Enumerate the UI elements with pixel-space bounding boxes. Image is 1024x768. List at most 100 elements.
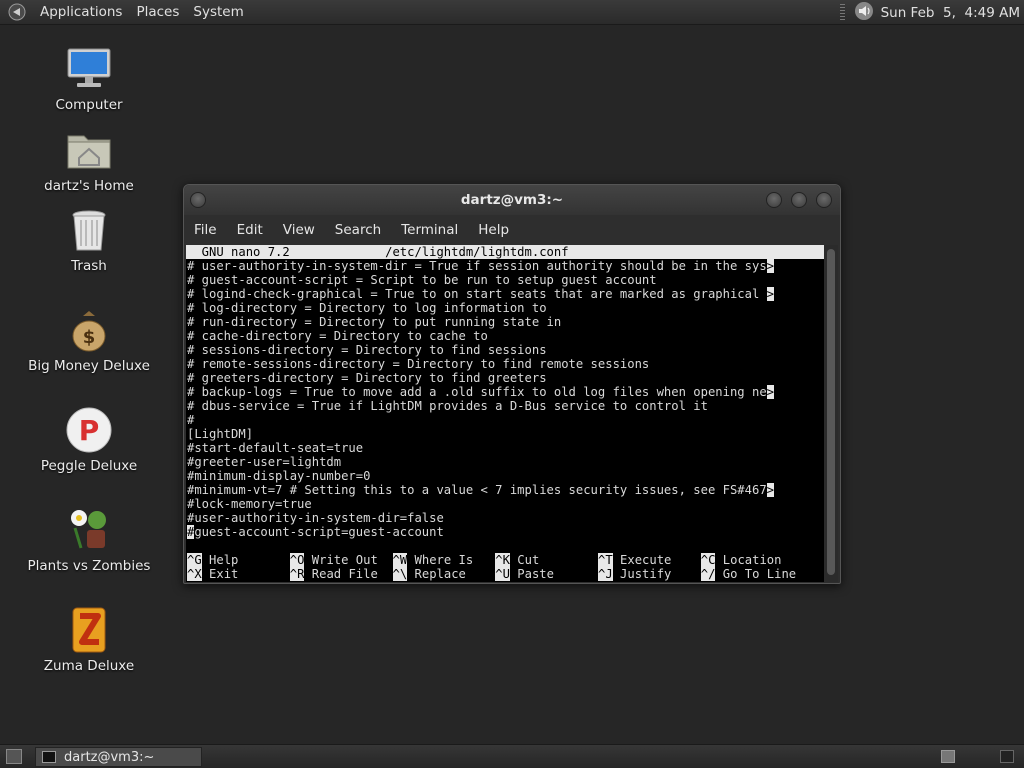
main-menu-logo-icon[interactable]: [7, 2, 27, 22]
line-overflow-marker: >: [766, 287, 775, 301]
shortcut-key: ^X: [187, 567, 202, 581]
shortcut-label: Exit: [201, 567, 283, 581]
shortcut-label: Location: [715, 553, 797, 567]
computer-icon: [65, 45, 113, 93]
file-line: # log-directory = Directory to log infor…: [187, 301, 547, 315]
menu-help[interactable]: Help: [468, 222, 519, 238]
shortcut-label: Write Out: [304, 553, 386, 567]
file-line: # greeters-directory = Directory to find…: [187, 371, 547, 385]
shortcut-key: ^G: [187, 553, 202, 567]
shortcut-key: ^/: [700, 567, 716, 581]
taskbar-terminal-button[interactable]: dartz@vm3:~: [35, 747, 202, 767]
peggle-icon: P: [65, 406, 113, 454]
volume-icon[interactable]: [853, 1, 875, 25]
taskbar-label: dartz@vm3:~: [64, 749, 155, 765]
panel-handle: [839, 3, 845, 22]
shortcut-row-1: ^G Help ^O Write Out ^W Where Is ^K Cut …: [186, 553, 826, 567]
file-line: # dbus-service = True if LightDM provide…: [187, 399, 708, 413]
applications-menu[interactable]: Applications: [33, 4, 129, 20]
terminal-menubar: File Edit View Search Terminal Help: [184, 215, 840, 245]
desktop-icon-label: dartz's Home: [44, 178, 134, 194]
line-overflow-marker: >: [766, 483, 775, 497]
file-line: #lock-memory=true: [187, 497, 312, 511]
file-line: # logind-check-graphical = True to on st…: [187, 287, 775, 301]
file-line: # user-authority-in-system-dir = True if…: [187, 259, 775, 273]
workspace-2[interactable]: [1000, 750, 1014, 763]
shortcut-row-2: ^X Exit ^R Read File ^\ Replace ^U Paste…: [186, 567, 826, 581]
window-menu-button[interactable]: [190, 192, 206, 208]
file-line: #: [187, 413, 195, 427]
file-line: #greeter-user=lightdm: [187, 455, 342, 469]
close-button[interactable]: [816, 192, 832, 208]
file-line: #minimum-vt=7 # Setting this to a value …: [187, 483, 775, 497]
scrollbar-thumb[interactable]: [827, 249, 835, 575]
shortcut-label: Help: [201, 553, 283, 567]
file-line: # backup-logs = True to move add a .old …: [187, 385, 775, 399]
desktop-icon-big-money[interactable]: $ Big Money Deluxe: [14, 306, 164, 374]
shortcut-label: Go To Line: [715, 567, 797, 581]
shortcut-key: ^T: [598, 553, 613, 567]
desktop-icon-label: Plants vs Zombies: [27, 558, 151, 574]
desktop-icon-label: Big Money Deluxe: [28, 358, 150, 374]
file-line: #user-authority-in-system-dir=false: [187, 511, 444, 525]
desktop-icon-zuma[interactable]: Zuma Deluxe: [14, 606, 164, 674]
desktop-icon-plants-vs-zombies[interactable]: Plants vs Zombies: [14, 506, 164, 574]
shortcut-label: Where Is: [407, 553, 488, 567]
shortcut-label: Read File: [304, 567, 386, 581]
menu-terminal[interactable]: Terminal: [391, 222, 468, 238]
desktop-icon-home[interactable]: dartz's Home: [14, 126, 164, 194]
text-cursor: #: [187, 525, 195, 539]
desktop-icon-peggle[interactable]: P Peggle Deluxe: [14, 406, 164, 474]
shortcut-key: ^\: [392, 567, 408, 581]
shortcut-key: ^W: [392, 553, 408, 567]
workspace-1[interactable]: [941, 750, 955, 763]
file-line: [LightDM]: [187, 427, 254, 441]
show-desktop-icon[interactable]: [6, 749, 22, 764]
terminal-window[interactable]: dartz@vm3:~ File Edit View Search Termin…: [183, 184, 841, 584]
window-titlebar[interactable]: dartz@vm3:~: [184, 185, 840, 215]
bottom-panel: dartz@vm3:~: [0, 744, 1024, 768]
money-bag-icon: $: [65, 306, 113, 354]
menu-search[interactable]: Search: [325, 222, 391, 238]
shortcut-key: ^C: [700, 553, 716, 567]
terminal-icon: [42, 751, 56, 763]
file-line: # remote-sessions-directory = Directory …: [187, 357, 650, 371]
file-line: #minimum-display-number=0: [187, 469, 371, 483]
shortcut-key: ^U: [495, 567, 510, 581]
svg-text:$: $: [83, 327, 96, 348]
window-title: dartz@vm3:~: [460, 192, 564, 208]
menu-file[interactable]: File: [184, 222, 227, 238]
terminal-text-area[interactable]: GNU nano 7.2 /etc/lightdm/lightdm.conf #…: [186, 245, 826, 582]
menu-view[interactable]: View: [273, 222, 325, 238]
line-overflow-marker: >: [766, 259, 775, 273]
menu-edit[interactable]: Edit: [227, 222, 273, 238]
desktop-icon-label: Zuma Deluxe: [43, 658, 135, 674]
terminal-scrollbar[interactable]: [824, 245, 838, 582]
desktop-icon-trash[interactable]: Trash: [14, 206, 164, 274]
system-menu[interactable]: System: [186, 4, 250, 20]
minimize-button[interactable]: [766, 192, 782, 208]
shortcut-label: Cut: [509, 553, 591, 567]
desktop-icon-label: Computer: [55, 97, 123, 113]
desktop-icon-label: Peggle Deluxe: [40, 458, 138, 474]
shortcut-label: Paste: [509, 567, 591, 581]
svg-text:P: P: [79, 414, 100, 447]
desktop-icon-label: Trash: [71, 258, 107, 274]
places-menu[interactable]: Places: [129, 4, 186, 20]
shortcut-key: ^J: [598, 567, 613, 581]
file-line: # cache-directory = Directory to cache t…: [187, 329, 488, 343]
desktop-icon-computer[interactable]: Computer: [14, 45, 164, 113]
shortcut-key: ^O: [289, 553, 305, 567]
zuma-icon: [65, 606, 113, 654]
clock[interactable]: Sun Feb 5, 4:49 AM: [881, 5, 1020, 21]
line-overflow-marker: >: [766, 385, 775, 399]
plants-vs-zombies-icon: [65, 506, 113, 554]
file-line: # guest-account-script = Script to be ru…: [187, 273, 657, 287]
file-line: # sessions-directory = Directory to find…: [187, 343, 547, 357]
shortcut-key: ^R: [289, 567, 305, 581]
file-content: # user-authority-in-system-dir = True if…: [186, 259, 826, 539]
maximize-button[interactable]: [791, 192, 807, 208]
top-panel: Applications Places System Sun Feb 5, 4:…: [0, 0, 1024, 25]
file-line: # run-directory = Directory to put runni…: [187, 315, 562, 329]
